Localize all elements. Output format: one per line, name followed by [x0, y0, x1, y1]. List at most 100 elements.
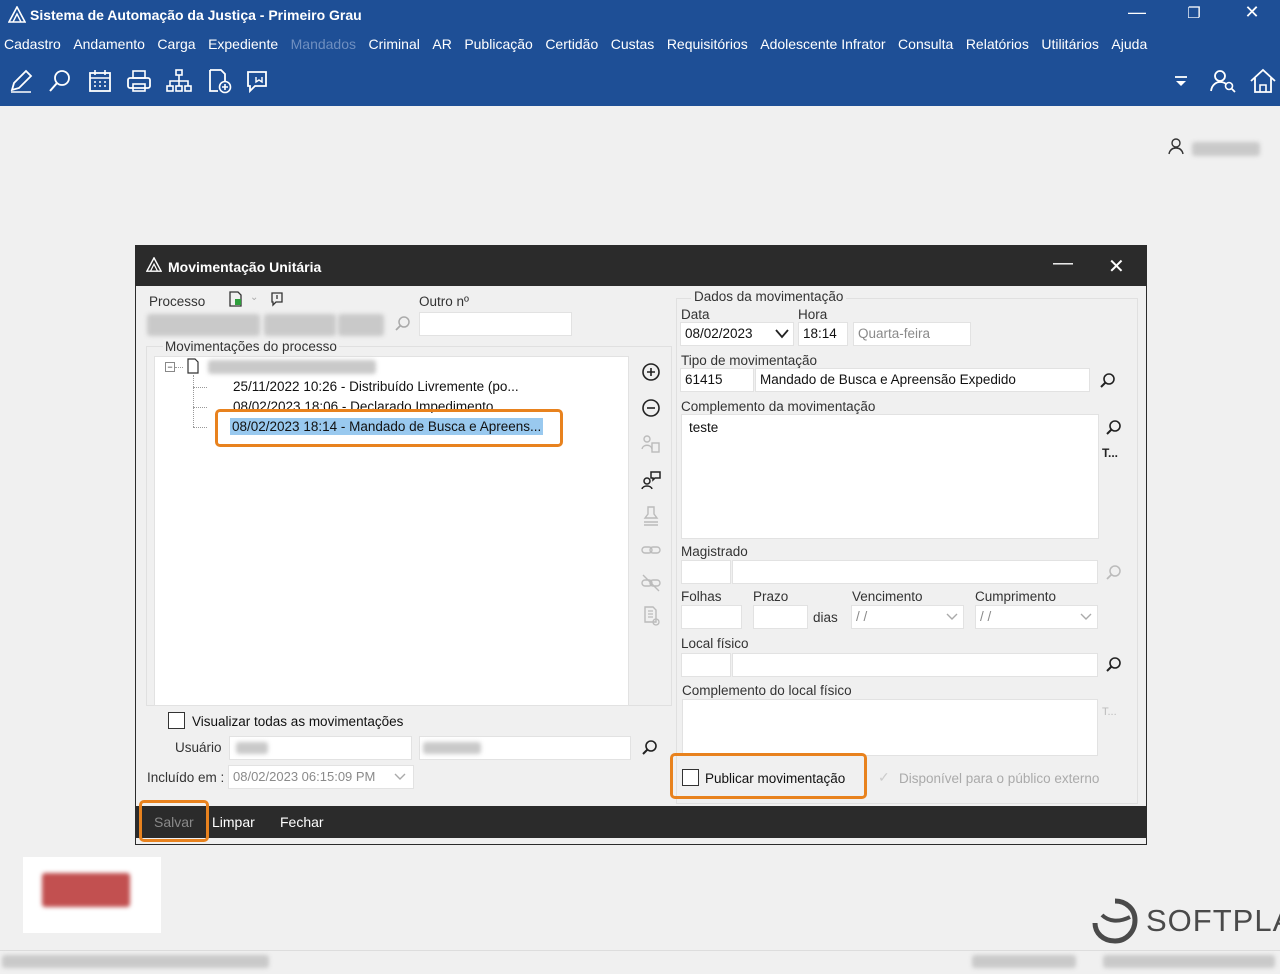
menu-item-criminal[interactable]: Criminal: [369, 36, 420, 52]
note-icon[interactable]: [269, 291, 285, 307]
tree-vertical-line: [193, 375, 194, 427]
processo-number-redacted: [147, 314, 260, 336]
disponivel-label: Disponível para o público externo: [899, 771, 1100, 786]
weekday-value: Quarta-feira: [858, 326, 931, 341]
search-document-icon[interactable]: [46, 66, 76, 96]
incluido-value: 08/02/2023 06:15:09 PM: [233, 769, 376, 784]
data-dropdown-icon[interactable]: [774, 328, 790, 340]
dropdown-arrow-icon[interactable]: [1172, 72, 1190, 90]
processo-label: Processo: [149, 294, 206, 309]
processo-search-icon[interactable]: [394, 315, 412, 333]
vencimento-label: Vencimento: [852, 589, 923, 604]
home-icon[interactable]: [1248, 66, 1278, 96]
dialog-logo-icon: [146, 257, 162, 272]
menu-item-publica-o[interactable]: Publicação: [464, 36, 533, 52]
user-icon: [1168, 138, 1184, 155]
minimize-button[interactable]: —: [1117, 2, 1157, 23]
unlink-icon[interactable]: [639, 571, 663, 595]
cumprimento-dropdown-icon[interactable]: [1079, 612, 1093, 622]
hora-input[interactable]: 18:14: [798, 322, 848, 346]
link-icon[interactable]: [639, 538, 663, 562]
folhas-label: Folhas: [681, 589, 722, 604]
tree-item[interactable]: 25/11/2022 10:26 - Distribuído Livrement…: [233, 379, 519, 394]
data-label: Data: [681, 307, 710, 322]
complemento-text-button[interactable]: T...: [1102, 446, 1118, 460]
menu-item-requisit-rios[interactable]: Requisitórios: [667, 36, 748, 52]
movimentacao-dialog: Movimentação Unitária — ✕ Processo ⌄ Out…: [135, 245, 1147, 845]
user-name-redacted: [1192, 142, 1260, 156]
incluido-dropdown-icon[interactable]: [393, 772, 407, 782]
movimentacoes-label: Movimentações do processo: [163, 339, 339, 354]
dialog-close-button[interactable]: ✕: [1108, 254, 1125, 279]
local-search-icon[interactable]: [1105, 656, 1123, 674]
comp-local-textarea[interactable]: [682, 699, 1098, 756]
usuario-name-redacted: [423, 742, 481, 754]
menu-item-relat-rios[interactable]: Relatórios: [966, 36, 1029, 52]
hierarchy-icon[interactable]: [164, 66, 194, 96]
complemento-search-icon[interactable]: [1105, 419, 1123, 437]
menu-item-cadastro[interactable]: Cadastro: [4, 36, 61, 52]
calendar-icon[interactable]: [85, 66, 115, 96]
folhas-input[interactable]: [681, 605, 742, 629]
menu-item-ar[interactable]: AR: [432, 36, 451, 52]
new-process-icon[interactable]: [227, 290, 245, 308]
printer-icon[interactable]: [124, 66, 154, 96]
tipo-code-input[interactable]: 61415: [680, 368, 754, 392]
menu-item-utilit-rios[interactable]: Utilitários: [1041, 36, 1099, 52]
tipo-desc-input[interactable]: Mandado de Busca e Apreensão Expedido: [755, 368, 1090, 392]
limpar-button[interactable]: Limpar: [212, 814, 255, 830]
tree-item-selected[interactable]: 08/02/2023 18:14 - Mandado de Busca e Ap…: [230, 418, 544, 435]
menu-item-ajuda[interactable]: Ajuda: [1111, 36, 1147, 52]
menu-item-mandados[interactable]: Mandados: [291, 36, 356, 52]
fechar-button[interactable]: Fechar: [280, 814, 324, 830]
outro-input[interactable]: [419, 312, 572, 336]
magistrado-name-input[interactable]: [732, 560, 1098, 584]
complemento-textarea[interactable]: teste: [681, 414, 1099, 539]
salvar-highlight: [139, 800, 209, 842]
publicar-label[interactable]: Publicar movimentação: [705, 771, 845, 786]
local-code-input[interactable]: [681, 653, 731, 677]
remove-circle-icon[interactable]: [639, 396, 663, 420]
tree-branch: [193, 407, 207, 408]
tipo-search-icon[interactable]: [1099, 372, 1117, 390]
user-search-icon[interactable]: [1208, 66, 1238, 96]
magistrado-code-input[interactable]: [681, 560, 731, 584]
add-circle-icon[interactable]: [639, 360, 663, 384]
user-comment-icon[interactable]: [639, 468, 663, 492]
edit-icon[interactable]: [6, 66, 36, 96]
stamp-icon[interactable]: [639, 504, 663, 528]
menu-item-custas[interactable]: Custas: [611, 36, 655, 52]
local-name-input[interactable]: [732, 653, 1098, 677]
status-left-redacted: [2, 955, 269, 968]
hora-value: 18:14: [803, 326, 837, 341]
user-document-icon[interactable]: [639, 432, 663, 456]
menu-item-andamento[interactable]: Andamento: [73, 36, 145, 52]
comp-local-label: Complemento do local físico: [682, 683, 852, 698]
menu-item-expediente[interactable]: Expediente: [208, 36, 278, 52]
visualizar-label[interactable]: Visualizar todas as movimentações: [192, 714, 403, 729]
toolbar: [0, 58, 1280, 106]
add-document-icon[interactable]: [204, 66, 234, 96]
tree-collapse-icon[interactable]: −: [165, 362, 175, 372]
menu-bar: Cadastro Andamento Carga Expediente Mandados…: [0, 30, 1280, 58]
menu-item-adolescente-infrator[interactable]: Adolescente Infrator: [760, 36, 885, 52]
cumprimento-value: / /: [980, 609, 992, 624]
close-window-button[interactable]: ✕: [1232, 2, 1272, 23]
process-dropdown-icon[interactable]: ⌄: [250, 292, 258, 303]
menu-item-consulta[interactable]: Consulta: [898, 36, 953, 52]
menu-item-carga[interactable]: Carga: [157, 36, 195, 52]
visualizar-checkbox[interactable]: [168, 712, 185, 729]
dialog-minimize-button[interactable]: —: [1053, 252, 1073, 275]
prazo-input[interactable]: [753, 605, 808, 629]
restore-button[interactable]: ❐: [1174, 4, 1214, 22]
status-date-redacted: [1103, 955, 1275, 968]
comp-local-text-button[interactable]: T...: [1102, 706, 1117, 718]
folder-icon[interactable]: [244, 66, 274, 96]
publicar-checkbox[interactable]: [682, 769, 699, 786]
usuario-search-icon[interactable]: [641, 739, 659, 757]
document-stack-icon[interactable]: [639, 604, 663, 628]
magistrado-search-icon[interactable]: [1105, 564, 1123, 582]
menu-item-certid-o[interactable]: Certidão: [545, 36, 598, 52]
tipo-desc-value: Mandado de Busca e Apreensão Expedido: [760, 372, 1016, 387]
vencimento-dropdown-icon[interactable]: [945, 612, 959, 622]
